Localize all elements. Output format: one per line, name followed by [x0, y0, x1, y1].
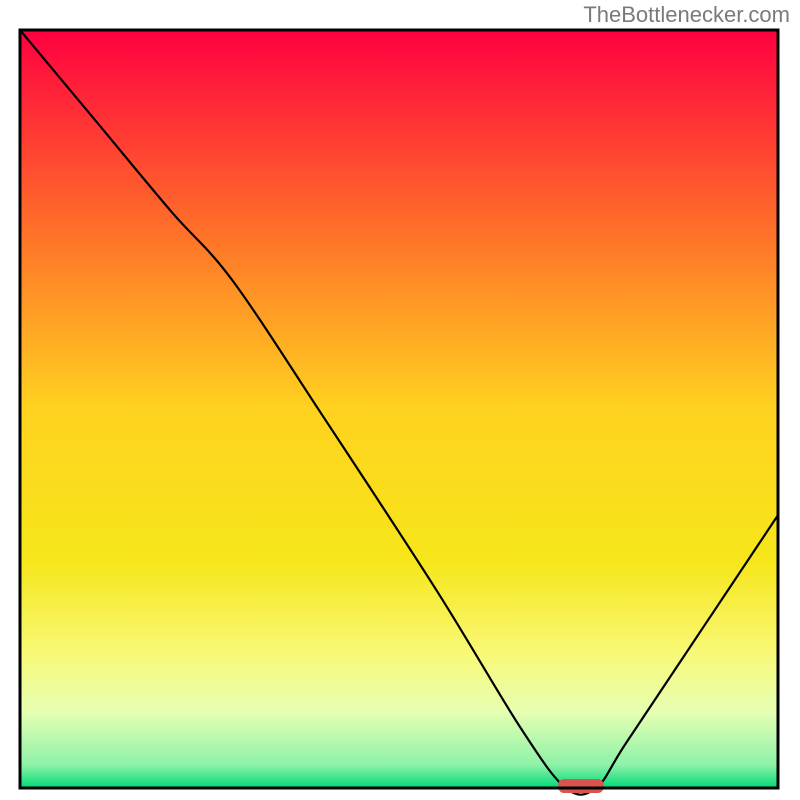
chart-background	[20, 30, 778, 788]
attribution-label: TheBottlenecker.com	[583, 2, 790, 27]
bottleneck-chart: TheBottlenecker.com	[0, 0, 800, 800]
optimal-marker	[558, 779, 603, 793]
